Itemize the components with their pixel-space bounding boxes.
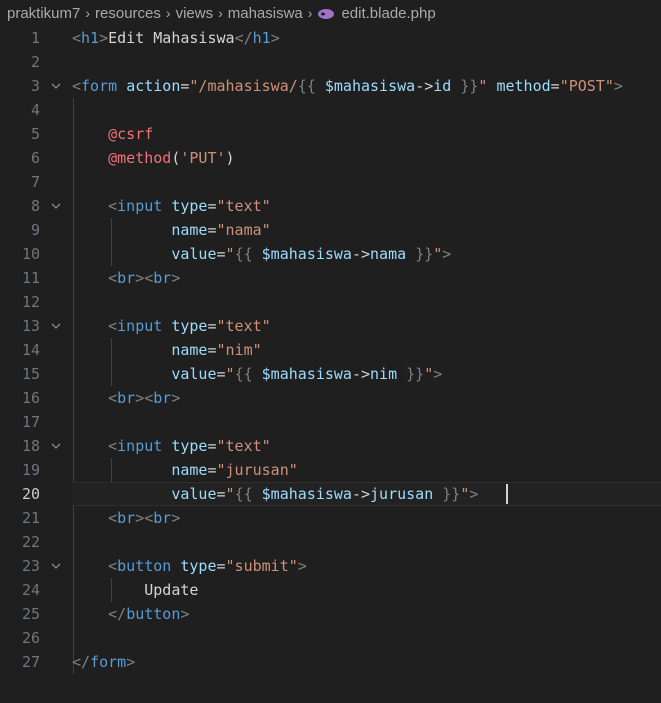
fold-chevron-icon[interactable] (50, 560, 62, 572)
line-number: 9 (30, 221, 40, 239)
line-number: 24 (21, 581, 40, 599)
code-text: value="{{ $mahasiswa->nama }}"> (171, 245, 452, 263)
line-number: 10 (21, 245, 40, 263)
code-text: </button> (108, 605, 190, 623)
breadcrumb-folder-praktikum7[interactable]: praktikum7 (7, 5, 80, 22)
code-line[interactable]: 10 value="{{ $mahasiswa->nama }}"> (0, 242, 661, 266)
code-line[interactable]: 12 (0, 290, 661, 314)
line-number: 8 (30, 197, 40, 215)
line-number: 22 (21, 533, 40, 551)
code-line[interactable]: 8 <input type="text" (0, 194, 661, 218)
breadcrumb-folder-mahasiswa[interactable]: mahasiswa (228, 5, 303, 22)
line-number: 19 (21, 461, 40, 479)
fold-chevron-icon[interactable] (50, 320, 62, 332)
php-elephant-icon (317, 7, 335, 19)
breadcrumb-file[interactable]: edit.blade.php (341, 5, 435, 22)
line-number: 11 (21, 269, 40, 287)
chevron-right-icon: › (165, 5, 171, 21)
fold-chevron-icon[interactable] (50, 200, 62, 212)
line-number: 6 (30, 149, 40, 167)
breadcrumb-folder-views[interactable]: views (176, 5, 214, 22)
code-text: <form action="/mahasiswa/{{ $mahasiswa->… (72, 77, 623, 95)
code-text: @csrf (108, 125, 154, 143)
code-text: <input type="text" (108, 317, 271, 335)
code-line[interactable]: 14 name="nim" (0, 338, 661, 362)
code-line[interactable]: 6 @method('PUT') (0, 146, 661, 170)
code-line-current[interactable]: 20 value="{{ $mahasiswa->jurusan }}"> (0, 482, 661, 506)
line-number: 13 (21, 317, 40, 335)
code-text: @method('PUT') (108, 149, 235, 167)
code-line[interactable]: 7 (0, 170, 661, 194)
chevron-right-icon: › (85, 5, 91, 21)
code-line[interactable]: 23 <button type="submit"> (0, 554, 661, 578)
code-text: <br><br> (108, 389, 181, 407)
line-number: 15 (21, 365, 40, 383)
line-number: 1 (30, 29, 40, 47)
code-line[interactable]: 27 </form> (0, 650, 661, 674)
code-text: <h1>Edit Mahasiswa</h1> (72, 29, 280, 47)
code-line[interactable]: 16 <br><br> (0, 386, 661, 410)
line-number: 4 (30, 101, 40, 119)
line-number: 7 (30, 173, 40, 191)
code-text: value="{{ $mahasiswa->nim }}"> (171, 365, 443, 383)
line-number: 14 (21, 341, 40, 359)
code-text: <input type="text" (108, 437, 271, 455)
code-line[interactable]: 17 (0, 410, 661, 434)
line-number: 23 (21, 557, 40, 575)
line-number: 5 (30, 125, 40, 143)
breadcrumb-folder-resources[interactable]: resources (95, 5, 161, 22)
chevron-right-icon: › (307, 5, 313, 21)
code-line[interactable]: 25 </button> (0, 602, 661, 626)
line-number: 25 (21, 605, 40, 623)
code-line[interactable]: 5 @csrf (0, 122, 661, 146)
code-text: name="nim" (171, 341, 262, 359)
code-text: value="{{ $mahasiswa->jurusan }}"> (171, 485, 479, 503)
line-number: 16 (21, 389, 40, 407)
code-line[interactable]: 22 (0, 530, 661, 554)
breadcrumb: praktikum7 › resources › views › mahasis… (0, 0, 661, 26)
code-text: <br><br> (108, 269, 181, 287)
code-text: <br><br> (108, 509, 181, 527)
fold-chevron-icon[interactable] (50, 440, 62, 452)
code-text: name="nama" (171, 221, 271, 239)
chevron-right-icon: › (218, 5, 223, 21)
line-number: 17 (21, 413, 40, 431)
code-text: name="jurusan" (171, 461, 298, 479)
code-line[interactable]: 19 name="jurusan" (0, 458, 661, 482)
code-line[interactable]: 26 (0, 626, 661, 650)
code-line[interactable]: 18 <input type="text" (0, 434, 661, 458)
code-line[interactable]: 4 (0, 98, 661, 122)
code-line[interactable]: 13 <input type="text" (0, 314, 661, 338)
code-text: </form> (72, 653, 136, 671)
line-number: 26 (21, 629, 40, 647)
code-line[interactable]: 1 <h1>Edit Mahasiswa</h1> (0, 26, 661, 50)
code-line[interactable]: 2 (0, 50, 661, 74)
code-line[interactable]: 11 <br><br> (0, 266, 661, 290)
code-line[interactable]: 9 name="nama" (0, 218, 661, 242)
text-cursor (506, 484, 508, 504)
code-line[interactable]: 3 <form action="/mahasiswa/{{ $mahasiswa… (0, 74, 661, 98)
code-editor[interactable]: 1 <h1>Edit Mahasiswa</h1> 2 3 <form acti… (0, 26, 661, 703)
code-text: <button type="submit"> (108, 557, 307, 575)
line-number: 18 (21, 437, 40, 455)
code-line[interactable]: 15 value="{{ $mahasiswa->nim }}"> (0, 362, 661, 386)
line-number: 21 (21, 509, 40, 527)
code-line[interactable]: 24 Update (0, 578, 661, 602)
line-number: 20 (21, 485, 40, 503)
line-number: 3 (30, 77, 40, 95)
fold-chevron-icon[interactable] (50, 80, 62, 92)
line-number: 2 (30, 53, 40, 71)
code-text: <input type="text" (108, 197, 271, 215)
code-text: Update (144, 581, 199, 599)
code-line[interactable]: 21 <br><br> (0, 506, 661, 530)
line-number: 27 (21, 653, 40, 671)
line-number: 12 (21, 293, 40, 311)
